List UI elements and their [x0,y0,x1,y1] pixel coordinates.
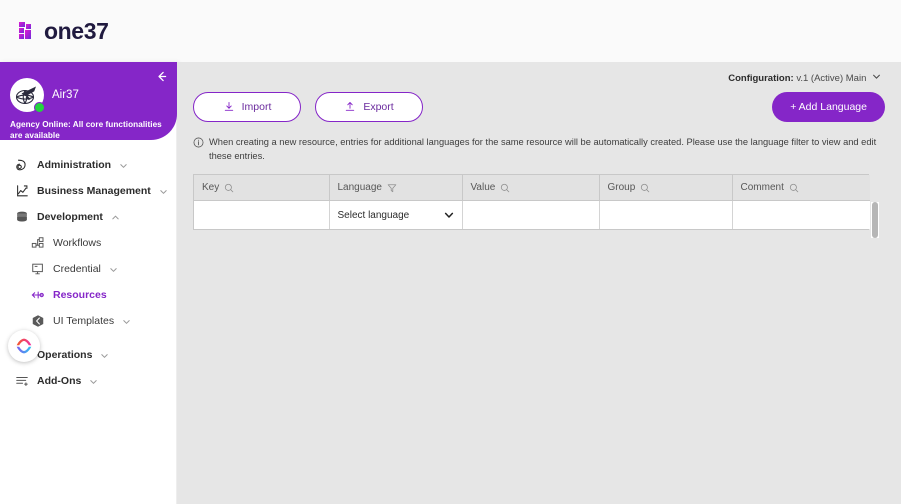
column-header-language[interactable]: Language [329,174,463,202]
sidebar-item-label: Administration [37,159,112,171]
filter-icon[interactable] [387,183,397,193]
profile-card: Air37 Agency Online: All core functional… [0,62,177,140]
column-header-label: Group [607,182,636,194]
export-button-label: Export [363,101,394,113]
sidebar-item-label: UI Templates [53,315,115,327]
chevron-down-icon[interactable] [119,161,128,170]
chevron-down-icon[interactable] [100,351,109,360]
cell-group[interactable] [599,200,733,229]
vertical-scrollbar[interactable] [871,201,879,238]
language-select-value: Select language [337,209,410,221]
chevron-up-icon[interactable] [111,213,120,222]
profile-status: Agency Online: All core functionalities … [10,120,162,141]
add-language-button[interactable]: + Add Language [772,92,885,122]
chevron-down-icon[interactable] [872,72,881,81]
top-bar: one37 [0,0,901,62]
chevron-down-icon[interactable] [109,265,118,274]
administration-icon [14,158,29,173]
brand-logo[interactable]: one37 [18,17,109,45]
column-header-label: Key [202,182,220,194]
database-stack-icon [14,210,29,225]
table-header-row: Key Language Value Group Comment [194,174,870,202]
sidebar-item-label: Resources [53,289,107,301]
assistant-gradient-icon[interactable] [8,330,40,362]
info-note-text: When creating a new resource, entries fo… [209,137,877,161]
cell-key[interactable] [194,200,330,229]
column-header-group[interactable]: Group [599,174,733,202]
language-select[interactable]: Select language [338,210,454,221]
chevron-down-icon[interactable] [159,187,168,196]
column-header-key[interactable]: Key [194,174,330,202]
main-content: Configuration: v.1 (Active) Main Import [177,62,901,504]
ui-templates-cube-icon [30,314,45,329]
import-button-label: Import [241,101,272,113]
table-row[interactable]: Select language [194,200,870,229]
toolbar: Import Export + Add Language [193,92,885,122]
sidebar-item-label: Business Management [37,185,151,197]
sidebar-item-label: Development [37,211,103,223]
search-icon[interactable] [640,183,650,193]
info-note: When creating a new resource, entries fo… [193,136,883,164]
resources-table: Key Language Value Group Comment Select … [193,173,879,238]
export-button[interactable]: Export [315,92,423,122]
sidebar-item-label: Add-Ons [37,375,82,387]
chevron-down-icon[interactable] [444,210,454,220]
search-icon[interactable] [789,183,799,193]
credential-card-icon [30,262,45,277]
download-icon [223,101,235,113]
app-root: one37 Air37 Agency Online: All core func… [0,0,901,504]
configuration-value: v.1 (Active) Main [796,73,867,84]
column-header-label: Comment [740,182,784,194]
info-circle-icon [193,137,204,164]
brand-name: one37 [44,17,109,44]
sidebar-item-development[interactable]: Development [0,204,176,230]
business-chart-icon [14,184,29,199]
sidebar-item-label: Credential [53,263,101,275]
profile-name: Air37 [52,89,79,101]
cell-language[interactable]: Select language [329,200,463,229]
workflow-nodes-icon [30,236,45,251]
column-header-value[interactable]: Value [462,174,600,202]
search-icon[interactable] [500,183,510,193]
sidebar-item-business-management[interactable]: Business Management [0,178,176,204]
sidebar-item-workflows[interactable]: Workflows [0,230,176,256]
cell-comment[interactable] [732,200,870,229]
sidebar-item-resources[interactable]: Resources [0,282,176,308]
search-icon[interactable] [224,183,234,193]
upload-icon [344,101,356,113]
column-header-label: Value [470,182,496,194]
profile-row[interactable]: Air37 [10,78,167,113]
chevron-down-icon[interactable] [89,377,98,386]
add-ons-lines-icon [14,374,29,389]
configuration-selector[interactable]: Configuration: v.1 (Active) Main [193,72,885,86]
column-header-comment[interactable]: Comment [732,174,870,202]
sidebar-item-administration[interactable]: Administration [0,152,176,178]
avatar [10,78,45,113]
import-button[interactable]: Import [193,92,301,122]
chevron-down-icon[interactable] [122,317,131,326]
cell-value[interactable] [462,200,600,229]
sidebar-item-add-ons[interactable]: Add-Ons [0,368,176,394]
resources-table-element: Key Language Value Group Comment Select … [194,174,870,229]
sidebar-item-credential[interactable]: Credential [0,256,176,282]
presence-dot [34,102,45,113]
configuration-label: Configuration: [728,73,794,84]
one37-logo-icon [18,21,38,41]
scrollbar-thumb[interactable] [872,201,878,238]
sidebar: Air37 Agency Online: All core functional… [0,62,177,504]
resources-arrows-icon [30,288,45,303]
column-header-label: Language [337,182,383,194]
sidebar-item-label: Workflows [53,237,102,249]
sidebar-item-label: Operations [37,349,93,361]
arrow-left-icon[interactable] [153,68,169,84]
